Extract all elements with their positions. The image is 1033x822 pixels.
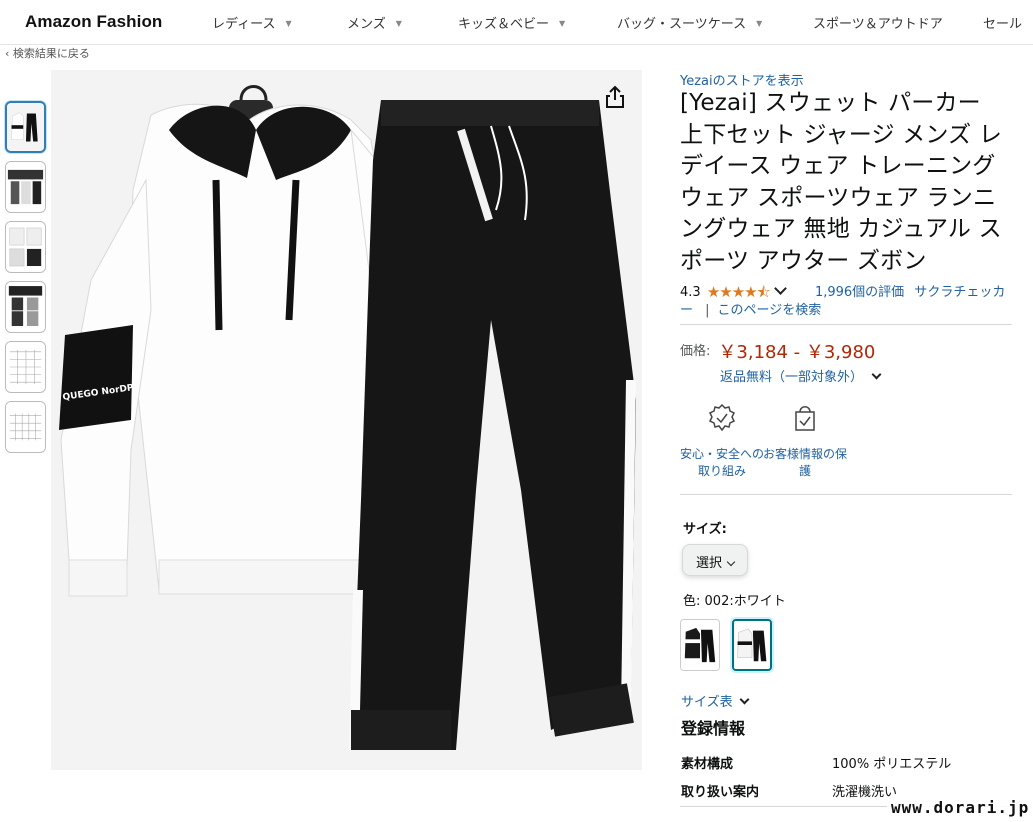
free-returns-label: 返品無料（一部対象外）	[720, 370, 864, 385]
ratings-count-link[interactable]: 1,996個の評価	[815, 285, 904, 300]
customer-info-protection-label: お客様情報の保護	[763, 447, 848, 478]
spec-value: 100% ポリエステル	[832, 757, 952, 772]
chevron-down-icon	[739, 694, 750, 705]
size-chart-link[interactable]: サイズ表	[681, 691, 750, 710]
product-title: [Yezai] スウェット パーカー 上下セット ジャージ メンズ レデイース …	[680, 90, 1003, 274]
nav-kids-label: キッズ＆ベビー	[458, 17, 550, 32]
nav-bags-label: バッグ・スーツケース	[617, 17, 747, 32]
size-label: サイズ:	[683, 522, 727, 537]
separator: |	[705, 303, 710, 318]
thumbnail-5[interactable]	[5, 341, 46, 393]
price-label: 価格:	[680, 344, 711, 359]
rating-value: 4.3	[680, 285, 701, 300]
customer-info-protection-link[interactable]: お客様情報の保護	[763, 403, 847, 480]
divider	[680, 324, 1012, 325]
thumbnail-3[interactable]	[5, 221, 46, 273]
spec-key: 素材構成	[681, 757, 734, 772]
size-select[interactable]: 選択	[682, 544, 748, 576]
share-icon[interactable]	[602, 84, 628, 110]
top-navigation: Amazon Fashion レディース ▼ メンズ ▼ キッズ＆ベビー ▼ バッグ・…	[0, 0, 1033, 45]
nav-sports-label: スポーツ＆アウトドア	[813, 17, 943, 32]
chevron-down-icon: ▼	[285, 19, 292, 28]
trust-safety-link[interactable]: 安心・安全への取り組み	[680, 403, 764, 480]
size-chart-label: サイズ表	[681, 695, 733, 710]
nav-ladies-label: レディース	[212, 17, 276, 32]
tracksuit-photo: QUEGO NorDP EMOT DPOR FR	[51, 70, 642, 770]
back-to-results-link[interactable]: ‹ 検索結果に戻る	[5, 45, 90, 61]
price-row: 価格: ￥3,184 - ￥3,980	[680, 338, 875, 364]
rating-row: 4.3 ★★★★⯪ 1,996個の評価 サクラチェッカー | このページを検索	[680, 282, 1015, 320]
size-select-value: 選択	[696, 556, 723, 571]
registration-info-heading: 登録情報	[681, 719, 746, 738]
star-rating-icon[interactable]: ★★★★⯪	[707, 283, 771, 301]
nav-ladies[interactable]: レディース ▼	[212, 13, 292, 32]
thumbnail-2[interactable]	[5, 161, 46, 213]
search-page-link[interactable]: このページを検索	[718, 303, 822, 318]
thumbnail-6[interactable]	[5, 401, 46, 453]
color-label: 色: 002:ホワイト	[683, 590, 786, 609]
nav-sale-label: セール	[983, 17, 1023, 32]
color-label-text: 色:	[683, 594, 701, 609]
thumbnail-strip	[5, 101, 46, 461]
nav-kids-baby[interactable]: キッズ＆ベビー ▼	[458, 13, 565, 32]
watermark: www.dorari.jp	[887, 798, 1033, 817]
chevron-down-icon: ▼	[395, 19, 402, 28]
nav-sale[interactable]: セール	[983, 13, 1022, 32]
amazon-fashion-logo[interactable]: Amazon Fashion	[25, 12, 162, 32]
shield-badge-icon	[708, 403, 736, 432]
store-link[interactable]: Yezaiのストアを表示	[680, 70, 804, 89]
color-swatch-black[interactable]	[680, 619, 720, 671]
nav-mens-label: メンズ	[347, 17, 386, 32]
chevron-down-icon	[871, 369, 882, 380]
chevron-down-icon: ▼	[559, 19, 566, 28]
thumbnail-4[interactable]	[5, 281, 46, 333]
chevron-down-icon[interactable]	[773, 282, 787, 295]
color-swatch-white[interactable]	[732, 619, 772, 671]
secure-bag-icon	[795, 406, 815, 431]
price-value: ￥3,184 - ￥3,980	[718, 342, 876, 363]
nav-bags-suitcases[interactable]: バッグ・スーツケース ▼	[617, 13, 762, 32]
nav-sports-outdoor[interactable]: スポーツ＆アウトドア	[813, 13, 943, 32]
trust-safety-label: 安心・安全への取り組み	[680, 447, 765, 478]
free-returns-link[interactable]: 返品無料（一部対象外）	[720, 366, 882, 385]
spec-key: 取り扱い案内	[681, 785, 760, 800]
divider	[680, 494, 1012, 495]
color-value: 002:ホワイト	[704, 594, 786, 609]
main-product-image[interactable]: QUEGO NorDP EMOT DPOR FR	[51, 70, 642, 770]
thumbnail-1[interactable]	[5, 101, 46, 153]
chevron-down-icon: ▼	[756, 19, 763, 28]
chevron-down-icon	[726, 557, 736, 567]
nav-mens[interactable]: メンズ ▼	[347, 13, 402, 32]
